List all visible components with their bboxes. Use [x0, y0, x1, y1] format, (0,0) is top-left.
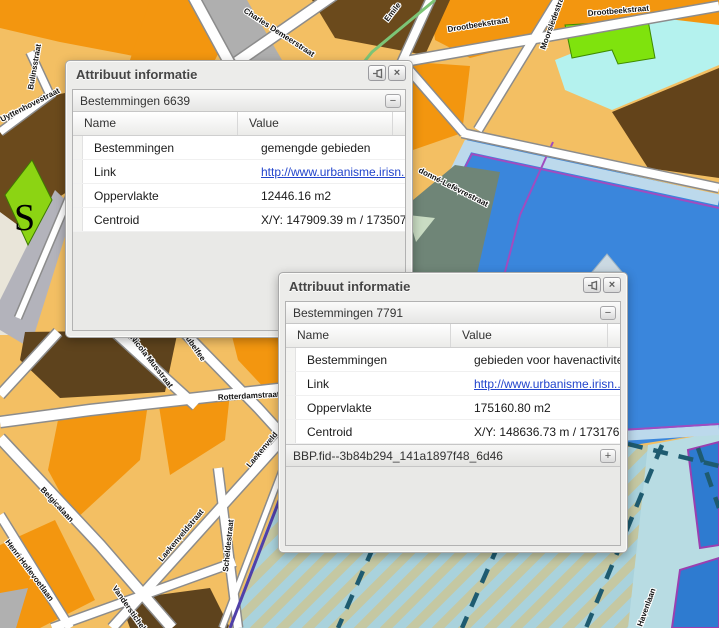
table-row[interactable]: Link http://www.urbanisme.irisn...	[286, 372, 620, 396]
row-grip	[73, 208, 83, 231]
row-grip	[73, 184, 83, 207]
collapsed-feature-row[interactable]: BBP.fid--3b84b294_141a1897f48_6d46 +	[286, 444, 620, 467]
attr-value: X/Y: 148636.73 m / 173176....	[463, 425, 620, 439]
attribute-link[interactable]: http://www.urbanisme.irisn...	[261, 165, 405, 179]
row-grip	[286, 372, 296, 395]
attr-name: Bestemmingen	[83, 141, 250, 155]
row-grip	[286, 348, 296, 371]
window2-panel: Bestemmingen 7791 − Name Value Bestemmin…	[285, 301, 621, 546]
row-grip	[286, 396, 296, 419]
window2-title: Attribuut informatie	[289, 279, 410, 294]
attr-value: gebieden voor havenactivite...	[463, 353, 620, 367]
attr-value: 12446.16 m2	[250, 189, 405, 203]
expand-icon[interactable]: +	[600, 449, 616, 463]
attr-value: X/Y: 147909.39 m / 173507....	[250, 213, 405, 227]
attr-name: Link	[83, 165, 250, 179]
window1-titlebar[interactable]: Attribuut informatie ×	[66, 61, 412, 88]
attr-name: Bestemmingen	[296, 353, 463, 367]
feature-id: BBP.fid--3b84b294_141a1897f48_6d46	[293, 449, 600, 463]
column-header-name[interactable]: Name	[73, 112, 238, 135]
attr-name: Centroid	[83, 213, 250, 227]
pin-icon-glyph	[372, 68, 383, 79]
window1-feature-header[interactable]: Bestemmingen 6639 −	[73, 90, 405, 112]
table-row[interactable]: Centroid X/Y: 147909.39 m / 173507....	[73, 208, 405, 232]
feature-title: Bestemmingen 7791	[293, 306, 600, 320]
collapse-icon[interactable]: −	[385, 94, 401, 108]
table-row[interactable]: Oppervlakte 12446.16 m2	[73, 184, 405, 208]
attr-value: http://www.urbanisme.irisn...	[463, 377, 620, 391]
attr-value: gemengde gebieden	[250, 141, 405, 155]
attribute-grid: Bestemmingen gemengde gebieden Link http…	[73, 136, 405, 232]
grid-header[interactable]: Name Value	[73, 112, 405, 136]
column-header-name[interactable]: Name	[286, 324, 451, 347]
column-header-value[interactable]: Value	[238, 112, 393, 135]
row-grip	[73, 136, 83, 159]
attribute-link[interactable]: http://www.urbanisme.irisn...	[474, 377, 620, 391]
attribute-grid: Bestemmingen gebieden voor havenactivite…	[286, 348, 620, 444]
table-row[interactable]: Link http://www.urbanisme.irisn...	[73, 160, 405, 184]
grid-header[interactable]: Name Value	[286, 324, 620, 348]
attr-value: 175160.80 m2	[463, 401, 620, 415]
attr-name: Link	[296, 377, 463, 391]
school-symbol: S	[14, 197, 35, 239]
grid-gutter	[608, 324, 620, 347]
table-row[interactable]: Oppervlakte 175160.80 m2	[286, 396, 620, 420]
pin-icon[interactable]	[368, 65, 386, 81]
window2-titlebar[interactable]: Attribuut informatie ×	[279, 273, 627, 300]
table-row[interactable]: Bestemmingen gemengde gebieden	[73, 136, 405, 160]
attribute-info-window-2: Attribuut informatie × Bestemmingen 7791…	[278, 272, 628, 553]
attr-name: Centroid	[296, 425, 463, 439]
table-row[interactable]: Centroid X/Y: 148636.73 m / 173176....	[286, 420, 620, 444]
column-header-value[interactable]: Value	[451, 324, 608, 347]
row-grip	[73, 160, 83, 183]
close-icon[interactable]: ×	[603, 277, 621, 293]
attr-name: Oppervlakte	[296, 401, 463, 415]
row-grip	[286, 420, 296, 443]
panel-empty-area	[286, 467, 620, 545]
attr-value: http://www.urbanisme.irisn...	[250, 165, 405, 179]
table-row[interactable]: Bestemmingen gebieden voor havenactivite…	[286, 348, 620, 372]
close-icon[interactable]: ×	[388, 65, 406, 81]
attr-name: Oppervlakte	[83, 189, 250, 203]
window1-title: Attribuut informatie	[76, 67, 197, 82]
collapse-icon[interactable]: −	[600, 306, 616, 320]
feature-title: Bestemmingen 6639	[80, 94, 385, 108]
window2-feature-header[interactable]: Bestemmingen 7791 −	[286, 302, 620, 324]
grid-gutter	[393, 112, 405, 135]
pin-icon[interactable]	[583, 277, 601, 293]
pin-icon-glyph	[587, 280, 598, 291]
